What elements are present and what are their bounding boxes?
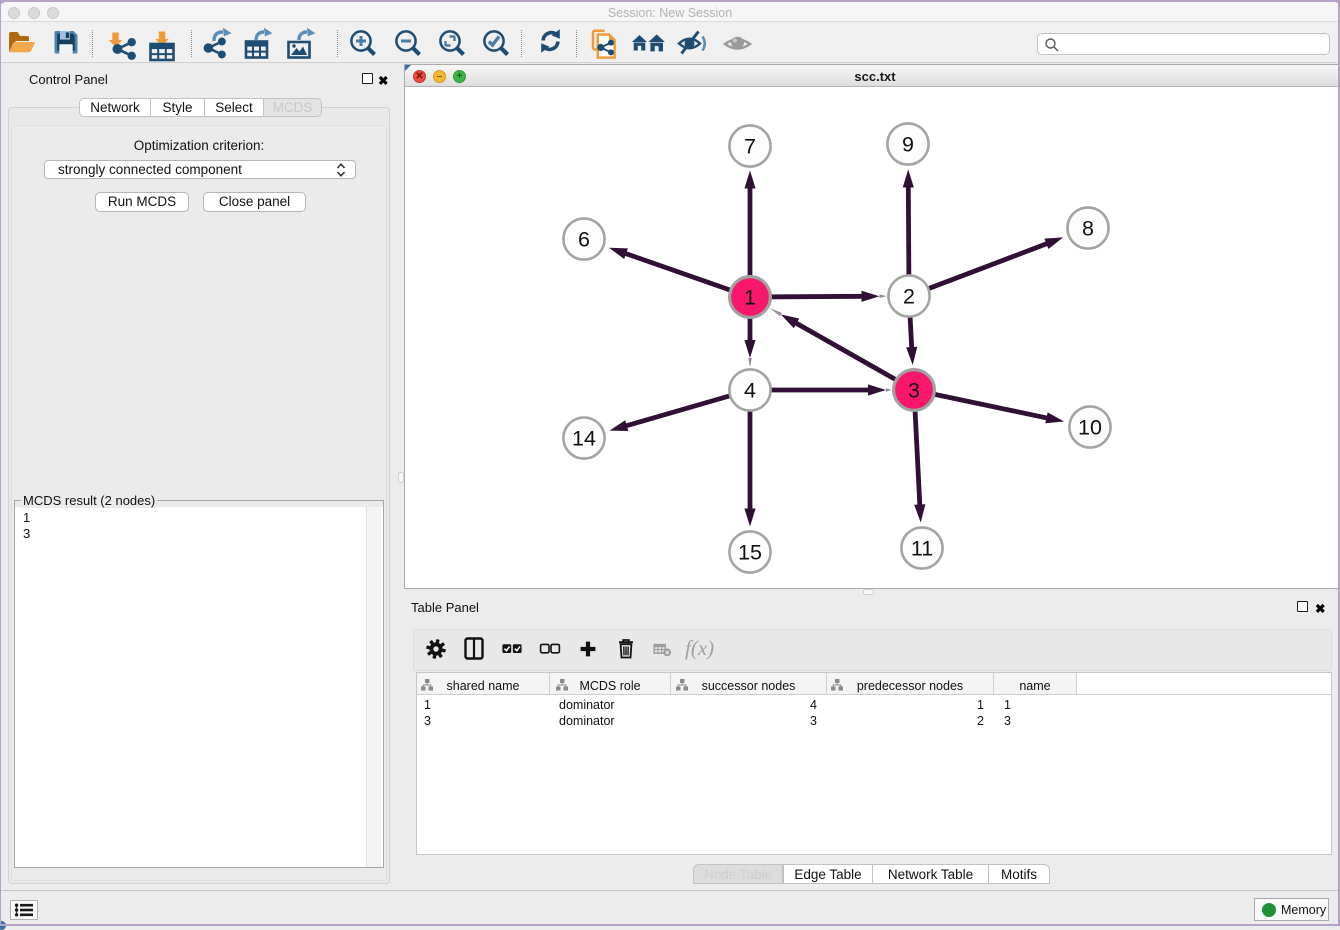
svg-text:7: 7 bbox=[744, 135, 756, 159]
svg-text:9: 9 bbox=[902, 133, 914, 157]
svg-text:10: 10 bbox=[1078, 416, 1102, 440]
svg-text:11: 11 bbox=[911, 537, 933, 561]
svg-text:15: 15 bbox=[738, 541, 762, 565]
svg-text:2: 2 bbox=[903, 285, 915, 309]
svg-text:8: 8 bbox=[1082, 217, 1094, 241]
svg-text:1: 1 bbox=[744, 286, 756, 310]
svg-text:14: 14 bbox=[572, 427, 596, 451]
svg-text:6: 6 bbox=[578, 228, 590, 252]
svg-text:4: 4 bbox=[744, 379, 756, 403]
svg-text:3: 3 bbox=[908, 379, 920, 403]
